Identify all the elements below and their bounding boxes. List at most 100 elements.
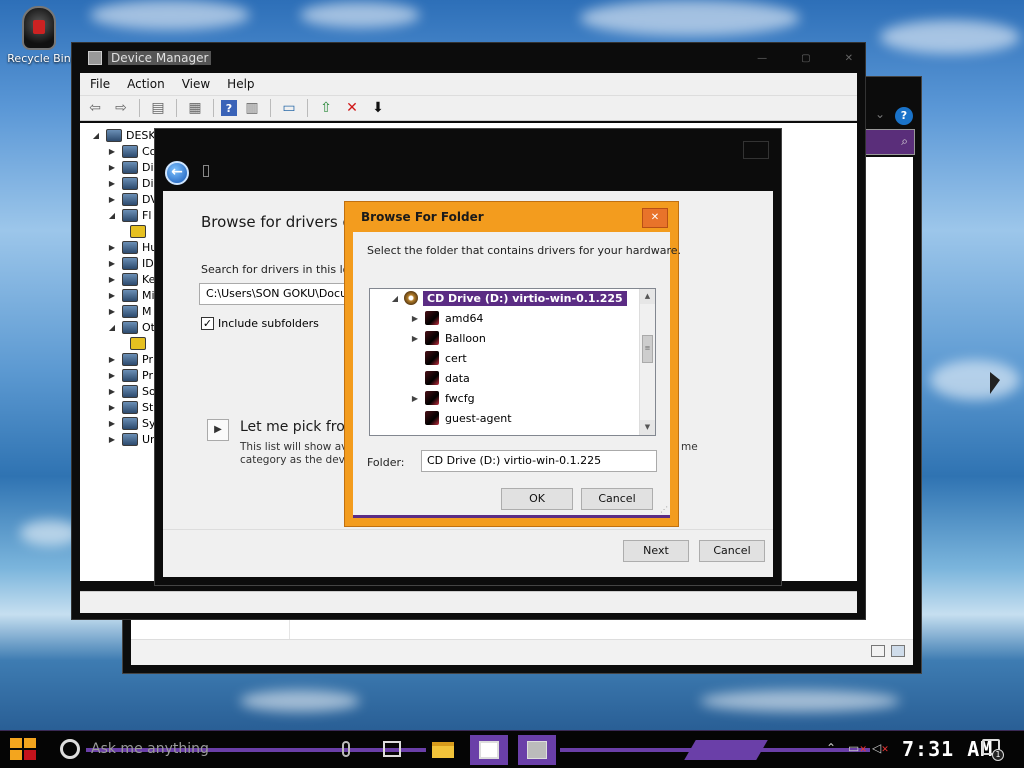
show-hidden-icons-icon[interactable]: ⌃ <box>826 741 836 755</box>
tree-item[interactable]: ▶ Pr <box>106 367 153 383</box>
pick-description-tail: me <box>681 441 698 453</box>
printer-icon <box>122 352 138 366</box>
tree-item[interactable]: ▶ Ur <box>106 431 155 447</box>
ok-button[interactable]: OK <box>501 488 573 510</box>
folder-tree[interactable]: ◢ CD Drive (D:) virtio-win-0.1.225 ▶ amd6… <box>369 288 656 436</box>
folder-item[interactable]: ▶ fwcfg <box>410 389 475 407</box>
taskbar-file-explorer[interactable] <box>424 735 462 765</box>
tree-item[interactable]: ▶ Sy <box>106 415 156 431</box>
desktop-icon-recycle-bin[interactable]: Recycle Bin <box>6 6 72 65</box>
collapse-arrow-icon[interactable]: ◢ <box>390 294 400 303</box>
device-category-icon <box>122 144 138 158</box>
menu-file[interactable]: File <box>90 77 110 91</box>
tree-item[interactable] <box>126 335 150 351</box>
tree-item[interactable]: ◢ Ot <box>106 319 155 335</box>
monitor-icon <box>122 304 138 318</box>
tree-item[interactable]: ◢ DESKT <box>90 127 161 143</box>
pick-from-list-button[interactable]: ▶ <box>207 419 229 441</box>
folder-item[interactable]: guest-agent <box>410 409 512 427</box>
tree-item[interactable]: ◢ Fl <box>106 207 151 223</box>
taskbar-device-manager[interactable] <box>518 735 556 765</box>
start-button[interactable] <box>10 738 38 762</box>
scan-hardware-icon[interactable]: ▭ <box>278 98 300 118</box>
expand-arrow-icon[interactable]: ▶ <box>410 334 420 343</box>
maximize-button[interactable]: ▢ <box>801 53 810 64</box>
dialog-title: Browse For Folder <box>361 210 484 224</box>
cancel-button[interactable]: Cancel <box>581 488 653 510</box>
menu-view[interactable]: View <box>182 77 210 91</box>
vertical-scrollbar[interactable]: ▲ ≡ ▼ <box>639 289 655 435</box>
scroll-up-icon[interactable]: ▲ <box>640 289 655 304</box>
device-category-icon <box>122 384 138 398</box>
tree-item[interactable]: ▶ Di <box>106 175 154 191</box>
include-subfolders-checkbox[interactable]: ✓ Include subfolders <box>201 317 319 330</box>
tree-item[interactable]: ▶ Co <box>106 143 156 159</box>
microphone-icon[interactable] <box>342 741 350 757</box>
folder-path-input[interactable]: CD Drive (D:) virtio-win-0.1.225 <box>421 450 657 472</box>
uninstall-device-icon[interactable]: ✕ <box>341 98 363 118</box>
wizard-titlebar[interactable]: ← <box>155 129 781 191</box>
keyboard-icon <box>122 272 138 286</box>
scroll-down-icon[interactable]: ▼ <box>640 420 655 435</box>
forward-arrow-icon[interactable]: ⇨ <box>110 98 132 118</box>
checkbox-checked-icon[interactable]: ✓ <box>201 317 214 330</box>
help-icon[interactable]: ? <box>895 107 913 125</box>
update-driver-icon[interactable]: ⇧ <box>315 98 337 118</box>
action-pane-icon[interactable]: ▥ <box>241 98 263 118</box>
device-manager-app-icon <box>88 51 102 65</box>
next-button[interactable]: Next <box>623 540 689 562</box>
search-box[interactable]: ⌕ <box>863 129 915 155</box>
expand-arrow-icon[interactable]: ▶ <box>410 394 420 403</box>
chevron-down-icon[interactable]: ⌄ <box>875 107 885 121</box>
taskbar-store[interactable] <box>470 735 508 765</box>
pick-from-list-heading[interactable]: Let me pick from <box>240 419 358 435</box>
folder-item[interactable]: cert <box>410 349 467 367</box>
network-disconnected-icon[interactable]: ▭✕ <box>848 741 867 755</box>
include-subfolders-label: Include subfolders <box>218 317 319 330</box>
tree-item[interactable]: ▶ ID <box>106 255 154 271</box>
folder-root-item[interactable]: ◢ CD Drive (D:) virtio-win-0.1.225 <box>390 289 627 307</box>
unknown-device-icon <box>130 336 146 350</box>
properties-icon[interactable]: ▦ <box>184 98 206 118</box>
tree-item[interactable]: ▶ Di <box>106 159 154 175</box>
help-icon[interactable]: ? <box>221 100 237 116</box>
clock[interactable]: 7:31 AM <box>902 737 993 761</box>
device-category-icon <box>122 400 138 414</box>
close-button[interactable]: ✕ <box>642 208 668 228</box>
tree-item[interactable]: ▶ Mi <box>106 287 155 303</box>
minimize-button[interactable]: — <box>757 53 767 64</box>
cortana-icon[interactable] <box>60 739 80 759</box>
taskbar-search-input[interactable]: Ask me anything <box>91 741 209 757</box>
tree-item[interactable]: ▶ Ke <box>106 271 155 287</box>
show-hide-console-tree-icon[interactable]: ▤ <box>147 98 169 118</box>
volume-muted-icon[interactable]: ◁✕ <box>872 741 889 755</box>
tree-item[interactable]: ▶ M <box>106 303 152 319</box>
tree-item[interactable] <box>126 223 150 239</box>
back-arrow-icon[interactable]: ← <box>165 161 189 185</box>
tree-item[interactable]: ▶ So <box>106 383 156 399</box>
folder-item[interactable]: ▶ Balloon <box>410 329 486 347</box>
details-view-icon[interactable] <box>871 645 885 657</box>
tree-item[interactable]: ▶ DV <box>106 191 158 207</box>
tree-item[interactable]: ▶ Hu <box>106 239 157 255</box>
back-arrow-icon[interactable]: ⇦ <box>84 98 106 118</box>
scroll-thumb[interactable]: ≡ <box>642 335 653 363</box>
menu-help[interactable]: Help <box>227 77 254 91</box>
task-view-icon[interactable] <box>383 741 401 757</box>
usb-icon <box>122 432 138 446</box>
folder-item[interactable]: ▶ amd64 <box>410 309 483 327</box>
tree-item[interactable]: ▶ St <box>106 399 153 415</box>
large-icons-view-icon[interactable] <box>891 645 905 657</box>
wizard-close-button[interactable] <box>743 141 769 159</box>
folder-item[interactable]: data <box>410 369 470 387</box>
tree-item[interactable]: ▶ Pr <box>106 351 153 367</box>
device-manager-titlebar[interactable]: Device Manager — ▢ ✕ <box>72 43 865 73</box>
close-button[interactable]: ✕ <box>845 53 853 64</box>
cancel-button[interactable]: Cancel <box>699 540 765 562</box>
expand-arrow-icon[interactable]: ▶ <box>410 314 420 323</box>
processor-icon <box>122 368 138 382</box>
resize-grip-icon[interactable]: ⋰ <box>660 505 668 514</box>
menu-action[interactable]: Action <box>127 77 165 91</box>
folder-icon <box>425 331 439 345</box>
disable-device-icon[interactable]: ⬇ <box>367 98 389 118</box>
